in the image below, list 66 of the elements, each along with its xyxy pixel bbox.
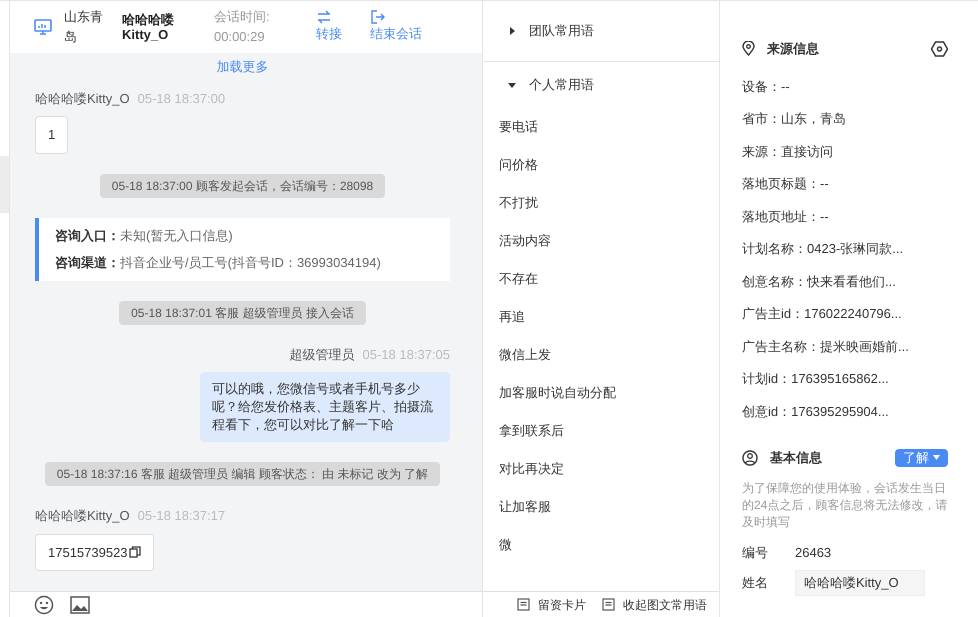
image-icon[interactable] [70,596,90,614]
sender-name: 哈哈哈喽Kitty_O [35,507,130,525]
info-label: 咨询入口： [55,226,120,244]
footer-button[interactable]: 留资卡片 [517,596,586,614]
source-field: 设备：-- [742,70,948,103]
copy-icon[interactable] [128,546,141,558]
message-text: 1 [48,126,56,144]
info-value: 抖音企业号/员工号(抖音号ID：36993034194) [120,254,381,272]
phrase-item[interactable]: 微 [483,526,719,564]
phrase-item[interactable]: 再追 [483,298,719,336]
field-label: 编号 [742,544,769,562]
message-time: 05-18 18:37:17 [138,507,226,525]
source-field: 计划名称：0423-张琳同款... [742,233,948,266]
phrase-group-header[interactable]: 团队常用语 [483,1,719,61]
session-time-label: 会话时间: [214,8,271,26]
customer-name: 哈哈哈喽Kitty_O [122,12,175,42]
source-field: 来源：直接访问 [742,136,948,168]
section-title: 来源信息 [767,40,820,58]
session-time: 00:00:29 [214,28,266,46]
phrase-item[interactable]: 要电话 [483,108,719,146]
customer-location: 山东青岛 [64,8,104,46]
footer-button[interactable]: 收起图文常用语 [602,596,707,614]
notice-text: 为了保障您的使用体验，会话发生当日的24点之后，顾客信息将无法修改，请及时填写 [742,480,948,530]
phrase-item[interactable]: 加客服时说自动分配 [483,374,719,412]
settings-icon[interactable] [931,40,948,57]
monitor-icon [34,19,52,35]
info-value: 未知(暂无入口信息) [120,226,233,245]
sender-name: 哈哈哈喽Kitty_O [35,90,130,108]
document-icon [602,598,615,611]
section-title: 基本信息 [770,449,823,467]
system-notice: 05-18 18:37:00 顾客发起会话，会话编号：28098 [100,174,386,198]
name-input[interactable]: 哈哈哈喽Kitty_O [795,570,925,596]
info-label: 咨询渠道： [55,254,120,272]
phrase-item[interactable]: 拿到联系后 [483,412,719,450]
swap-icon [316,10,332,24]
location-pin-icon [742,41,755,56]
user-icon [742,450,758,466]
message-time: 05-18 18:37:00 [138,90,226,108]
source-field: 计划id：176395165862... [742,363,948,396]
phrase-item[interactable]: 问价格 [483,146,719,184]
phrase-item[interactable]: 让加客服 [483,488,719,526]
phrase-item[interactable]: 活动内容 [483,222,719,260]
phrase-group-header[interactable]: 个人常用语 [483,62,719,108]
phrase-item[interactable]: 微信上发 [483,336,719,374]
field-label: 姓名 [742,574,769,592]
message-text: 17515739523 [48,544,128,562]
field-value: 26463 [795,544,832,562]
system-notice: 05-18 18:37:01 客服 超级管理员 接入会话 [119,300,366,324]
source-field: 创意id：176395295904... [742,396,948,428]
source-field: 落地页地址：-- [742,200,948,233]
exit-icon [370,10,386,24]
message-bubble: 可以的哦，您微信号或者手机号多少呢？给您发价格表、主题客片、拍摄流程看下，您可以对比了解一下哈 [200,372,450,442]
emoji-icon[interactable] [34,594,54,614]
document-icon [517,598,530,611]
phrase-item[interactable]: 不存在 [483,260,719,298]
source-field: 创意名称：快来看看他们... [742,266,948,298]
source-field: 广告主名称：提米映画婚前... [742,330,948,363]
system-notice: 05-18 18:37:16 客服 超级管理员 编辑 顾客状态： 由 未标记 改为 了解 [44,462,440,486]
phrase-item[interactable]: 对比再决定 [483,450,719,488]
source-field: 广告主id：176022240796... [742,298,948,330]
phrase-item[interactable]: 不打扰 [483,184,719,222]
source-field: 落地页标题：-- [742,168,948,200]
caret-down-icon [933,455,940,460]
source-field: 省市：山东，青岛 [742,103,948,136]
message-time: 05-18 18:37:05 [362,346,450,364]
sender-name: 超级管理员 [290,346,355,364]
